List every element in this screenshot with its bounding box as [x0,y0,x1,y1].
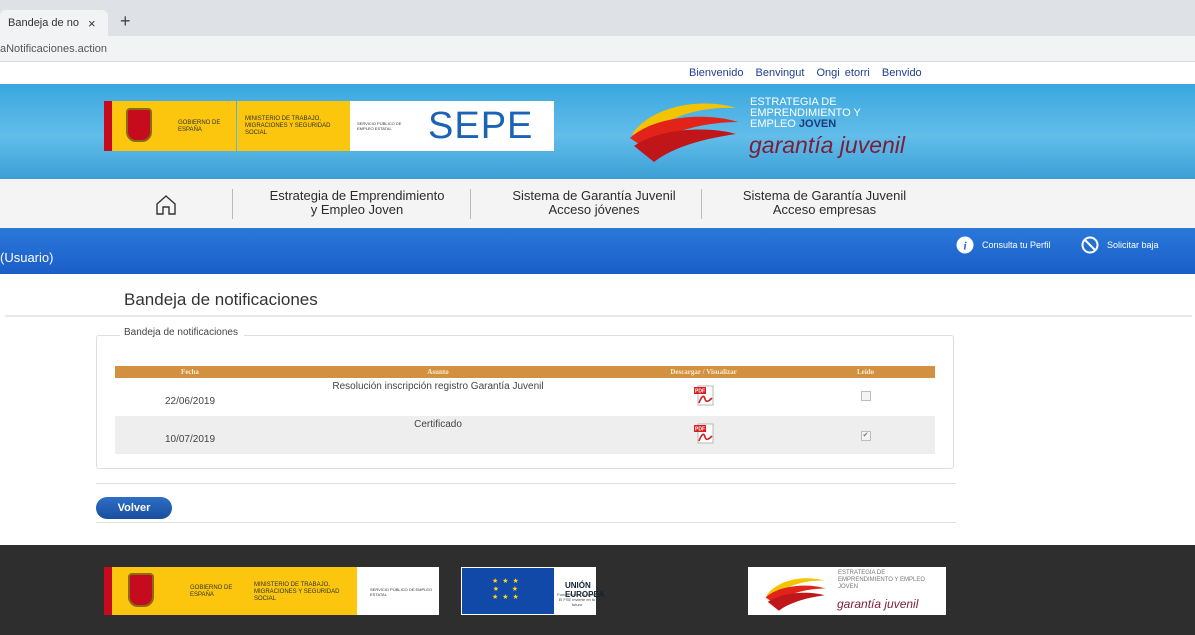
new-tab-button[interactable]: + [120,12,131,30]
unsubscribe-link[interactable]: Solicitar baja [1081,236,1159,254]
pdf-icon[interactable]: PDF [693,385,715,407]
nav-estrategia-line-1: Estrategia de Emprendimiento [269,188,445,203]
ministerio-logo[interactable]: MINISTERIO DE TRABAJO, MIGRACIONES Y SEG… [237,101,350,151]
close-icon[interactable]: × [88,16,96,31]
profile-link[interactable]: i Consulta tu Perfil [956,236,1051,254]
footer-estrategia-text: ESTRATEGIA DE EMPRENDIMIENTO Y EMPLEO JO… [838,570,926,590]
pdf-icon[interactable]: PDF [693,423,715,445]
nav-acceso-jovenes[interactable]: Sistema de Garantía Juvenil Acceso jóven… [470,189,707,219]
table-header-row: Fecha Asunto Descargar / Visualizar Leíd… [115,366,935,378]
estrategia-text: ESTRATEGIA DE EMPRENDIMIENTO Y EMPLEO JO… [750,97,861,130]
address-bar[interactable]: aNotificaciones.action [0,36,1195,62]
eu-stars-icon: ★ ★ ★ ★ ★ ★ ★ ★ [492,578,520,601]
eu-subtitle: Fondo Social Europeo El FSE invierte en … [557,592,597,607]
servicio-text: SERVICIO PÚBLICO DE EMPLEO ESTATAL [357,121,402,131]
footer-garantia-juvenil-logo[interactable]: ESTRATEGIA DE EMPRENDIMIENTO Y EMPLEO JO… [748,567,946,615]
svg-text:PDF: PDF [695,388,705,394]
cell-leido: ✔ [796,416,935,454]
notifications-table: Fecha Asunto Descargar / Visualizar Leíd… [115,366,935,454]
info-icon: i [956,236,974,254]
fieldset-legend: Bandeja de notificaciones [120,327,244,338]
user-name: (Usuario) [0,250,54,265]
read-checkbox[interactable]: ✔ [860,431,871,441]
title-divider [5,315,1192,317]
lang-link-ca[interactable]: Benvingut [756,67,805,79]
cell-fecha: 22/06/2019 [115,378,265,416]
footer: GOBIERNO DE ESPAÑA MINISTERIO DE TRABAJO… [0,545,1195,635]
url-text: aNotificaciones.action [0,43,108,55]
browser-tab-bar: Bandeja de no × + [0,0,1195,36]
col-descargar: Descargar / Visualizar [611,366,796,378]
home-icon[interactable] [155,194,177,216]
browser-tab[interactable]: Bandeja de no × [0,10,108,36]
user-bar: (Usuario) i Consulta tu Perfil Solicitar… [0,228,1195,274]
cell-fecha: 10/07/2019 [115,416,265,454]
col-leido: Leído [796,366,935,378]
footer-gobierno-text: GOBIERNO DE ESPAÑA [190,585,233,598]
unsubscribe-link-label: Solicitar baja [1107,240,1159,250]
svg-text:PDF: PDF [695,426,705,432]
footer-ministerio-text: MINISTERIO DE TRABAJO, MIGRACIONES Y SEG… [254,582,340,602]
cell-asunto: Resolución inscripción registro Garantía… [265,378,611,416]
nav-empresas-line-1: Sistema de Garantía Juvenil [742,188,907,203]
coat-of-arms-icon [128,573,154,607]
estrategia-line-3b: JOVEN [798,118,837,130]
footer-garantia-text: garantía juvenil [837,597,919,611]
back-button[interactable]: Volver [96,497,172,519]
ministerio-text: MINISTERIO DE TRABAJO, MIGRACIONES Y SEG… [245,116,331,136]
prohibited-icon [1081,236,1099,254]
sepe-logo[interactable]: SEPE [412,101,554,151]
sepe-text: SEPE [428,105,534,147]
estrategia-line-3: EMPLEO JOVEN [750,119,861,130]
profile-link-label: Consulta tu Perfil [982,240,1051,250]
gobierno-logo[interactable]: GOBIERNO DE ESPAÑA [104,101,236,151]
divider [96,483,956,484]
footer-gobierno-logo[interactable]: GOBIERNO DE ESPAÑA MINISTERIO DE TRABAJO… [104,567,439,615]
cell-asunto: Certificado [265,416,611,454]
col-asunto: Asunto [265,366,611,378]
coat-of-arms-icon [126,108,152,142]
language-links: Bienvenido Benvingut Ongi etorri Benvido [689,67,929,79]
estrategia-line-3a: EMPLEO [750,118,796,130]
nav-empresas-line-2: Acceso empresas [772,202,877,217]
gobierno-text: GOBIERNO DE ESPAÑA [178,120,221,133]
divider [96,522,956,523]
col-fecha: Fecha [115,366,265,378]
read-checkbox[interactable] [860,390,871,401]
nav-jovenes-line-1: Sistema de Garantía Juvenil [512,188,676,203]
welcome-bar: Bienvenido Benvingut Ongi etorri Benvido [0,62,1195,85]
page-title: Bandeja de notificaciones [124,290,318,309]
footer-eu-logo[interactable]: ★ ★ ★ ★ ★ ★ ★ ★ UNIÓN EUROPEA Fondo Social… [461,567,605,615]
cell-descargar: PDF [611,416,796,454]
nav-acceso-empresas[interactable]: Sistema de Garantía Juvenil Acceso empre… [701,189,937,219]
eu-flag-icon: ★ ★ ★ ★ ★ ★ ★ ★ [462,568,554,614]
table-row: 10/07/2019 Certificado PDF ✔ [115,416,935,454]
servicio-logo: SERVICIO PÚBLICO DE EMPLEO ESTATAL [350,101,412,151]
nav-estrategia-line-2: y Empleo Joven [310,202,404,217]
lang-link-es[interactable]: Bienvenido [689,67,743,79]
header-banner: GOBIERNO DE ESPAÑA MINISTERIO DE TRABAJO… [0,84,1195,179]
eu-flag-strip [104,101,112,151]
nav-jovenes-line-2: Acceso jóvenes [548,202,640,217]
garantia-juvenil-swoosh-icon [630,103,738,162]
cell-leido [796,378,935,416]
main-nav: Estrategia de Emprendimiento y Empleo Jo… [0,179,1195,229]
garantia-juvenil-text: garantía juvenil [749,132,905,158]
lang-link-eu[interactable]: Ongi etorri [817,67,870,79]
eu-flag-strip [104,567,112,615]
table-row: 22/06/2019 Resolución inscripción regist… [115,378,935,416]
tab-title: Bandeja de no [8,17,79,29]
nav-estrategia[interactable]: Estrategia de Emprendimiento y Empleo Jo… [232,189,471,219]
footer-servicio-text: SERVICIO PÚBLICO DE EMPLEO ESTATAL [370,587,433,597]
garantia-juvenil-swoosh-icon [765,578,826,611]
cell-descargar: PDF [611,378,796,416]
lang-link-gl[interactable]: Benvido [882,67,922,79]
